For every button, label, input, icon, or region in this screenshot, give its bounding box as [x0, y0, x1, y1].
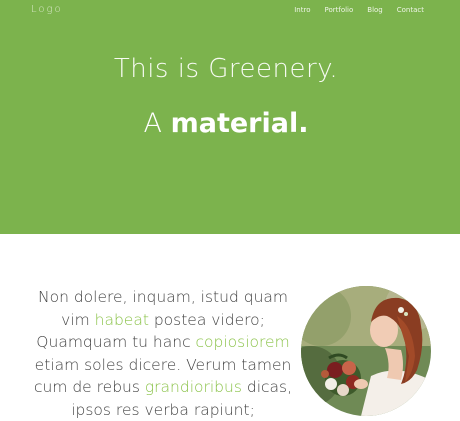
intro-paragraph: Non dolere, inquam, istud quam vim habea…: [27, 286, 299, 421]
paragraph-line: etiam soles dicere. Verum tamen: [34, 355, 292, 374]
highlight-habeat: habeat: [94, 310, 149, 329]
main-nav: Intro Portfolio Blog Contact: [294, 6, 424, 14]
hero-title: This is Greenery.: [113, 54, 339, 84]
bride-with-bouquet-photo: [301, 286, 431, 416]
nav-link-contact[interactable]: Contact: [397, 6, 424, 14]
paragraph-text: dicas,: [241, 378, 293, 396]
nav-link-portfolio[interactable]: Portfolio: [324, 6, 353, 14]
paragraph-text: postea videro;: [148, 310, 265, 329]
hero-subtitle: A material.: [0, 108, 452, 139]
highlight-copiosiorem: copiosiorem: [195, 333, 290, 351]
hero-banner: Logo Intro Portfolio Blog Contact This i…: [0, 0, 460, 234]
paragraph-line: Non dolere, inquam, istud quam: [38, 288, 288, 306]
paragraph-text: vim: [61, 310, 95, 329]
paragraph-line: ipsos res verba rapiunt;: [71, 400, 255, 419]
paragraph-text: cum de rebus: [33, 378, 145, 396]
highlight-grandioribus: grandioribus: [144, 378, 242, 396]
hero-subtitle-lead: A: [143, 108, 162, 139]
nav-link-intro[interactable]: Intro: [294, 6, 310, 14]
photo-illustration: [301, 286, 431, 416]
nav-link-blog[interactable]: Blog: [367, 6, 382, 14]
paragraph-text: Quamquam tu hanc: [36, 333, 196, 351]
hero-subtitle-strong: material.: [170, 108, 309, 139]
logo[interactable]: Logo: [31, 4, 63, 15]
